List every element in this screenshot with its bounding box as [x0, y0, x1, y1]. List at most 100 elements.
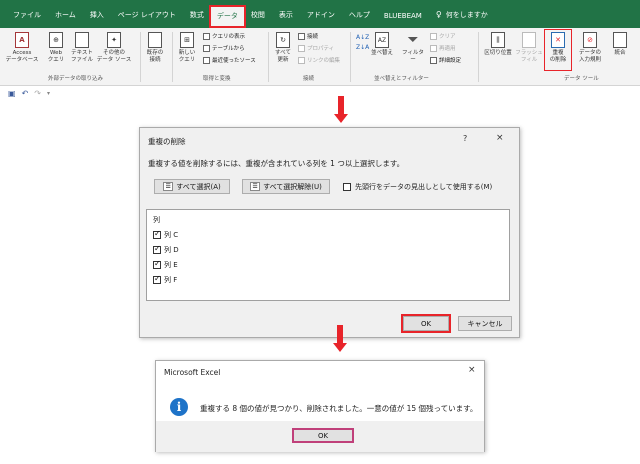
data-validation-button[interactable]: ⊘ データの 入力規則 — [574, 32, 606, 64]
tab-file[interactable]: ファイル — [6, 10, 48, 28]
query-icon: ⊞ — [180, 32, 194, 48]
refresh-all-button[interactable]: ↻ すべて 更新 — [272, 32, 294, 64]
undo-icon[interactable]: ↶ — [22, 89, 29, 98]
edit-links-button[interactable]: リンクの編集 — [298, 56, 340, 64]
reapply-label: 再適用 — [439, 46, 456, 52]
existing-connections-button[interactable]: 既存の 接続 — [144, 32, 166, 64]
column-checkbox[interactable] — [153, 229, 161, 239]
reapply-icon — [430, 44, 437, 52]
other-label: その他の データ ソース — [96, 50, 132, 63]
text-to-columns-button[interactable]: ⫼ 区切り位置 — [482, 32, 514, 57]
tab-addins[interactable]: アドイン — [300, 10, 342, 28]
document-icon — [75, 32, 89, 48]
close-button[interactable]: × — [468, 365, 476, 375]
new-query-button[interactable]: ⊞ 新しい クエリ — [176, 32, 198, 64]
column-checkbox[interactable] — [153, 259, 161, 269]
group-label-get-transform: 取得と変換 — [203, 76, 231, 82]
access-label: Access データベース — [5, 50, 39, 63]
save-icon[interactable]: ▣ — [8, 89, 16, 98]
list-header: 列 — [153, 216, 160, 224]
tell-me-box[interactable]: ♀ 何をしますか — [429, 10, 495, 28]
sort-button[interactable]: AZ 並べ替え — [370, 32, 394, 57]
remove-duplicates-highlight — [544, 29, 572, 71]
close-button[interactable]: × — [496, 133, 504, 143]
unselect-all-label: すべて選択解除(U) — [263, 182, 322, 191]
down-arrow-1 — [334, 96, 348, 123]
tab-view[interactable]: 表示 — [272, 10, 300, 28]
show-queries-button[interactable]: クエリの表示 — [203, 32, 245, 40]
sort-descending-icon[interactable]: Z↓A — [356, 44, 369, 51]
tab-bluebeam[interactable]: BLUEBEAM — [377, 12, 429, 28]
tab-data[interactable]: データ — [208, 5, 246, 28]
other-sources-button[interactable]: ✦ その他の データ ソース — [96, 32, 132, 64]
header-option-label: 先頭行をデータの見出しとして使用する(M) — [355, 183, 493, 191]
sort-az-buttons[interactable]: A↓Z Z↓A — [356, 34, 369, 51]
tab-help[interactable]: ヘルプ — [342, 10, 377, 28]
column-checkbox[interactable] — [153, 244, 161, 254]
help-button[interactable]: ? — [463, 134, 467, 143]
tab-insert[interactable]: 挿入 — [83, 10, 111, 28]
group-label-sort-filter: 並べ替えとフィルター — [374, 76, 429, 82]
properties-icon — [298, 44, 305, 52]
customize-icon[interactable]: ▾ — [47, 90, 50, 97]
show-queries-label: クエリの表示 — [212, 34, 246, 40]
column-item-d[interactable]: 列 D — [153, 244, 179, 255]
column-item-e[interactable]: 列 E — [153, 259, 178, 270]
filter-label: フィルター — [402, 50, 424, 63]
columns-listbox[interactable]: 列 列 C 列 D 列 E 列 F — [146, 209, 510, 301]
clear-filter-button[interactable]: クリア — [430, 32, 456, 40]
ok-button[interactable]: OK — [401, 314, 451, 333]
tell-me-label: 何をしますか — [445, 11, 488, 19]
reapply-button[interactable]: 再適用 — [430, 44, 456, 52]
dialog-instruction: 重複する値を削除するには、重複が含まれている列を 1 つ以上選択します。 — [148, 159, 405, 168]
text-file-button[interactable]: テキスト ファイル — [70, 32, 94, 64]
funnel-icon: ⏷ — [407, 31, 419, 48]
group-separator — [140, 32, 141, 82]
ok-button[interactable]: OK — [292, 428, 354, 443]
recent-sources-button[interactable]: 最近使ったソース — [203, 56, 256, 64]
group-separator — [350, 32, 351, 82]
validation-icon: ⊘ — [583, 32, 597, 48]
tab-home[interactable]: ホーム — [48, 10, 83, 28]
other-sources-icon: ✦ — [107, 32, 121, 48]
sort-ascending-icon[interactable]: A↓Z — [356, 34, 369, 41]
data-validation-label: データの 入力規則 — [578, 50, 601, 63]
flash-fill-button[interactable]: フラッシュ フィル — [515, 32, 543, 64]
result-message-dialog: Microsoft Excel × i 重複する 8 個の値が見つかり、削除され… — [155, 360, 485, 452]
cancel-button[interactable]: キャンセル — [458, 316, 512, 331]
header-row-option[interactable]: 先頭行をデータの見出しとして使用する(M) — [343, 182, 492, 192]
quick-access-toolbar: ▣ ↶ ↷ ▾ — [0, 86, 640, 100]
group-separator — [478, 32, 479, 82]
column-label: 列 D — [164, 246, 179, 254]
redo-icon[interactable]: ↷ — [34, 89, 41, 98]
tab-formulas[interactable]: 数式 — [183, 10, 211, 28]
properties-button[interactable]: プロパティ — [298, 44, 334, 52]
header-checkbox[interactable] — [343, 183, 351, 191]
from-table-button[interactable]: テーブルから — [203, 44, 245, 52]
column-checkbox[interactable] — [153, 274, 161, 284]
sort-label: 並べ替え — [370, 50, 393, 56]
columns-icon: ⫼ — [491, 32, 505, 48]
group-label-external: 外部データの取り込み — [48, 76, 104, 82]
tab-review[interactable]: 校閲 — [244, 10, 272, 28]
group-separator — [268, 32, 269, 82]
result-message: 重複する 8 個の値が見つかり、削除されました。一意の値が 15 個残っています… — [200, 404, 478, 413]
new-query-label: 新しい クエリ — [178, 50, 196, 63]
group-label-connections: 接続 — [303, 76, 315, 82]
recent-sources-label: 最近使ったソース — [212, 58, 256, 64]
column-label: 列 E — [164, 261, 178, 269]
column-item-c[interactable]: 列 C — [153, 229, 178, 240]
access-database-button[interactable]: A Access データベース — [5, 32, 39, 64]
tab-page-layout[interactable]: ページ レイアウト — [111, 10, 183, 28]
unselect-all-button[interactable]: ☰ すべて選択解除(U) — [242, 179, 330, 194]
filter-button[interactable]: ⏷ フィルター — [400, 32, 426, 64]
column-item-f[interactable]: 列 F — [153, 274, 177, 285]
web-query-button[interactable]: ⊕ Web クエリ — [46, 32, 66, 64]
connections-button[interactable]: 接続 — [298, 32, 318, 40]
advanced-filter-button[interactable]: 詳細設定 — [430, 56, 461, 64]
from-table-label: テーブルから — [212, 46, 245, 52]
select-all-button[interactable]: ☰ すべて選択(A) — [154, 179, 230, 194]
text-label: テキスト ファイル — [70, 50, 93, 63]
connections-icon — [148, 32, 162, 48]
consolidate-button[interactable]: 統合 — [610, 32, 630, 57]
